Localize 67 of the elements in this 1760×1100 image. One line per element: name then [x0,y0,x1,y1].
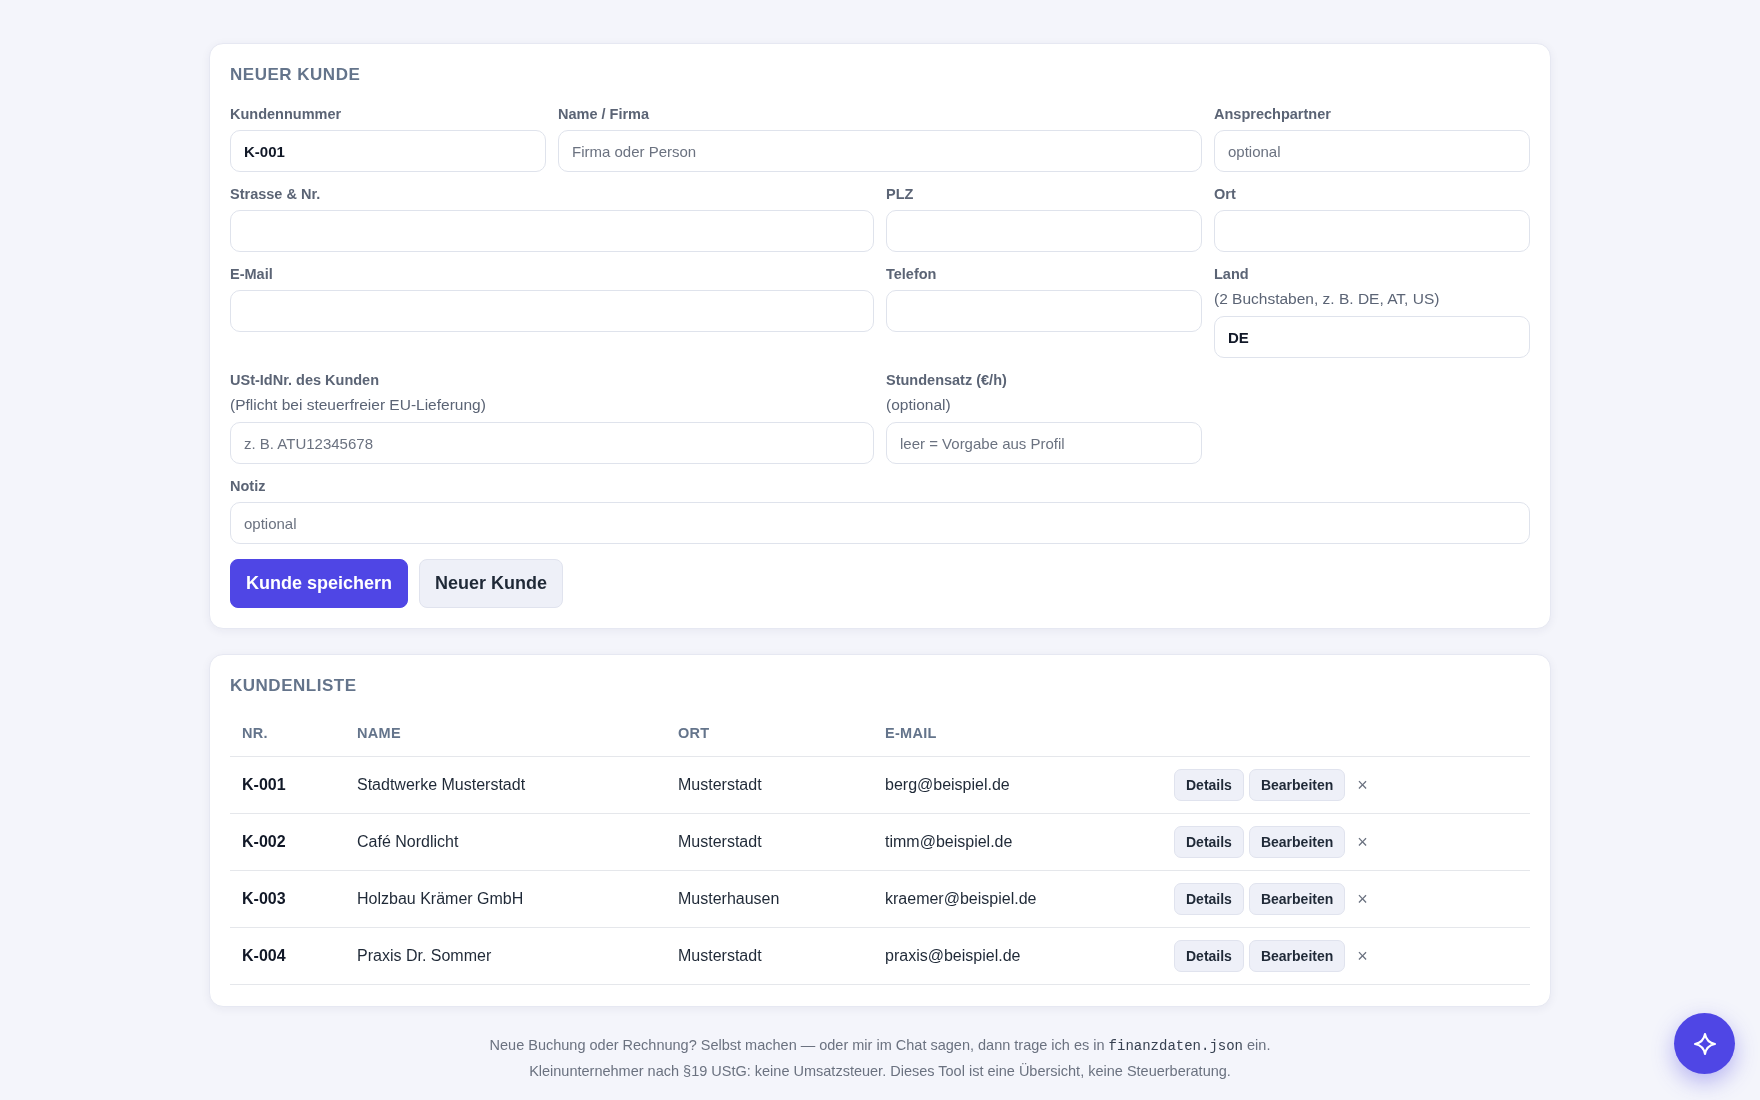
save-button[interactable]: Kunde speichern [230,559,409,608]
field-label: Land [1214,265,1249,284]
table-cell: Musterstadt [678,833,762,850]
section-title: KUNDENLISTE [230,676,358,696]
field-label: Kundennummer [230,105,342,124]
table-cell: Musterhausen [678,890,780,907]
details-button[interactable]: Details [1174,826,1244,858]
table-cell: Musterstadt [678,776,762,793]
table-cell: K-002 [242,833,286,850]
column-header: ORT [678,725,710,741]
delete-button[interactable]: × [1354,832,1371,852]
field-hint: (optional) [886,395,951,415]
input-field[interactable]: z. B. ATU12345678 [230,422,874,464]
delete-button[interactable]: × [1354,775,1371,795]
input-field[interactable]: leer = Vorgabe aus Profil [886,422,1202,464]
input-field[interactable]: K-001 [230,130,546,172]
table-cell: berg@beispiel.de [885,776,1010,793]
table-cell: Stadtwerke Musterstadt [357,776,526,793]
edit-button[interactable]: Bearbeiten [1248,883,1346,915]
input-field[interactable]: optional [230,502,1530,544]
details-button[interactable]: Details [1174,883,1244,915]
input-field[interactable]: Firma oder Person [558,130,1202,172]
input-field[interactable]: DE [1214,316,1530,358]
new-customer-button[interactable]: Neuer Kunde [419,559,564,608]
column-header: NR. [242,725,268,741]
section-title: NEUER KUNDE [230,65,362,85]
details-button[interactable]: Details [1174,769,1244,801]
field-label: E-Mail [230,265,273,284]
field-label: Ansprechpartner [1214,105,1331,124]
table-cell: Musterstadt [678,947,762,964]
input-field[interactable] [886,210,1202,252]
assistant-button[interactable] [1674,1013,1735,1074]
input-field[interactable] [886,290,1202,332]
table-cell: timm@beispiel.de [885,833,1013,850]
field-label: Strasse & Nr. [230,185,321,204]
table-cell: Holzbau Krämer GmbH [357,890,524,907]
table-cell: K-001 [242,776,286,793]
field-label: Name / Firma [558,105,650,124]
edit-button[interactable]: Bearbeiten [1248,940,1346,972]
input-field[interactable] [1214,210,1530,252]
field-label: Stundensatz (€/h) [886,371,1007,390]
table-cell: K-003 [242,890,286,907]
edit-button[interactable]: Bearbeiten [1248,769,1346,801]
column-header: E-MAIL [885,725,937,741]
table-cell: K-004 [242,947,286,964]
input-field[interactable] [230,290,874,332]
field-label: Telefon [886,265,937,284]
details-button[interactable]: Details [1174,940,1244,972]
table-cell: Café Nordlicht [357,833,459,850]
table-cell: kraemer@beispiel.de [885,890,1037,907]
sparkle-icon [1693,1032,1716,1055]
field-label: Ort [1214,185,1236,204]
column-header: NAME [357,725,401,741]
table-cell: praxis@beispiel.de [885,947,1021,964]
field-label: PLZ [886,185,914,204]
delete-button[interactable]: × [1354,946,1371,966]
table-cell: Praxis Dr. Sommer [357,947,492,964]
delete-button[interactable]: × [1354,889,1371,909]
edit-button[interactable]: Bearbeiten [1248,826,1346,858]
field-hint: (Pflicht bei steuerfreier EU-Lieferung) [230,395,486,415]
input-field[interactable] [230,210,874,252]
footer-note: Kleinunternehmer nach §19 UStG: keine Umsatzsteuer. Dieses Tool ist eine Übersicht, keine Steuerberatung. [528,1062,1232,1081]
field-label: USt-IdNr. des Kunden [230,371,380,390]
field-hint: (2 Buchstaben, z. B. DE, AT, US) [1214,289,1440,309]
field-label: Notiz [230,477,266,496]
footer-note: Neue Buchung oder Rechnung? Selbst machen — oder mir im Chat sagen, dann trage ich es in finanzdaten.json ein. [488,1036,1272,1056]
input-field[interactable]: optional [1214,130,1530,172]
